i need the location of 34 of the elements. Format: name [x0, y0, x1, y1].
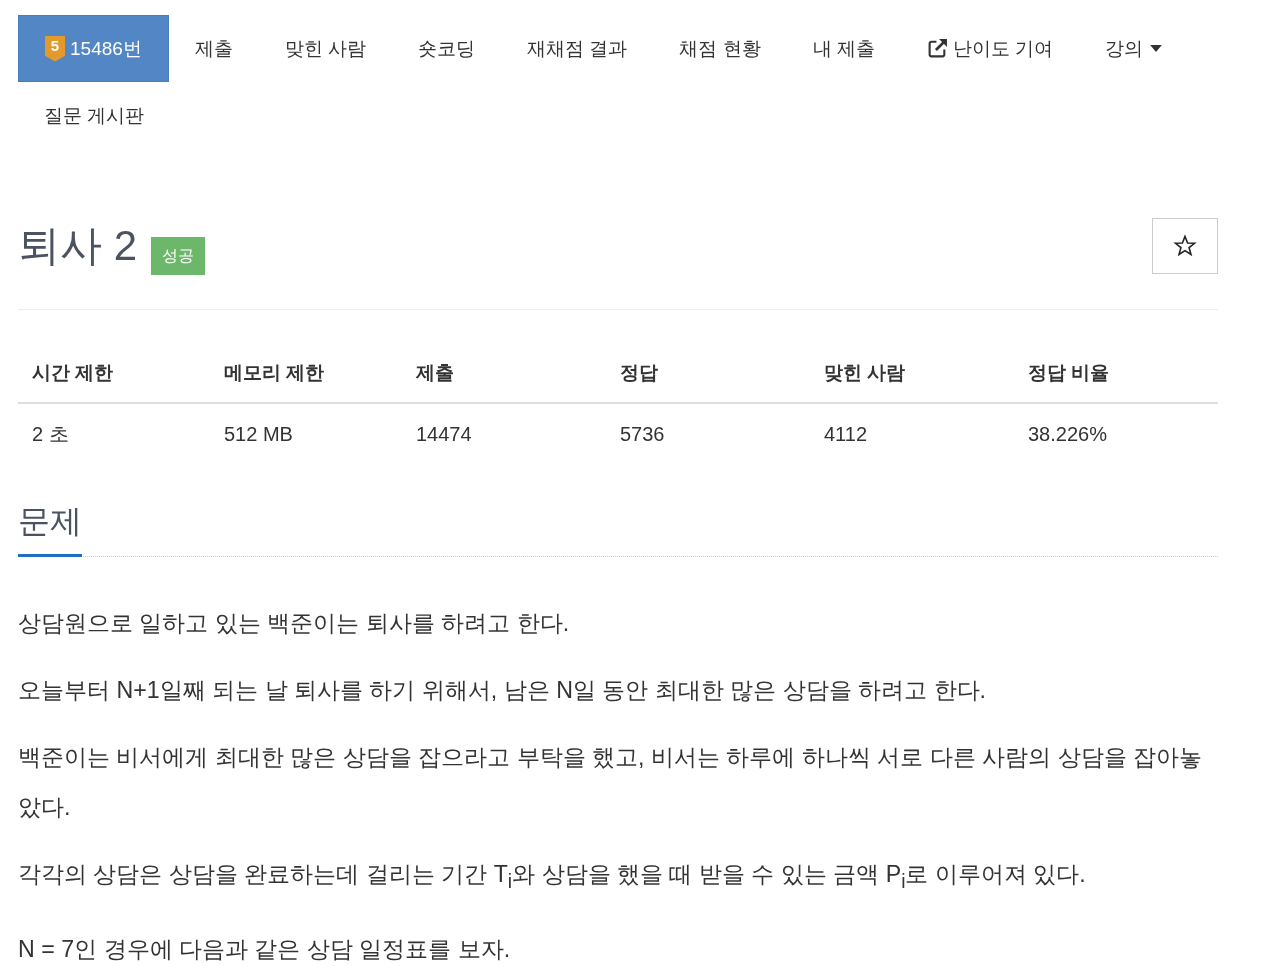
nav-tab[interactable]: 강의	[1079, 15, 1189, 82]
external-link-icon	[926, 38, 948, 59]
nav-tab[interactable]: 재채점 결과	[501, 15, 654, 82]
status-label: 성공	[151, 237, 206, 275]
tier-badge: 5	[45, 35, 65, 62]
paragraph: N = 7인 경우에 다음과 같은 상담 일정표를 보자.	[18, 934, 512, 964]
nav-tab[interactable]: 질문 게시판	[18, 82, 171, 149]
nav-tab[interactable]: 숏코딩	[392, 15, 502, 82]
nav-tab[interactable]: 난이도 기여	[900, 15, 1080, 82]
table-cell: 4112	[810, 403, 1014, 464]
nav-tab[interactable]: 맞힌 사람	[258, 15, 393, 82]
nav-tab[interactable]: 내 제출	[786, 15, 901, 82]
paragraph: 각각의 상담은 상담을 완료하는데 걸리는 기간 T$_{i}$와 상담을 했을 때 받을 수 있는 금액 P$_{i}$로 이루어져 있다.	[18, 860, 1087, 894]
column-header: 정답 비율	[1014, 343, 1218, 403]
section-heading: 문제	[18, 501, 82, 557]
favorite-button[interactable]	[1152, 218, 1218, 274]
nav-tab[interactable]: 제출	[168, 15, 259, 82]
table-cell: 2 초	[18, 403, 210, 464]
nav-tab[interactable]: 5 15486번	[18, 15, 169, 82]
caret-icon	[1150, 45, 1163, 52]
table-cell: 38.226%	[1014, 403, 1218, 464]
table-cell: 512 MB	[210, 403, 402, 464]
column-header: 정답	[606, 343, 810, 403]
table-cell: 14474	[402, 403, 606, 464]
nav-tab[interactable]: 채점 현황	[653, 15, 787, 82]
column-header: 메모리 제한	[210, 343, 402, 403]
table-cell: 5736	[606, 403, 810, 464]
column-header: 시간 제한	[18, 343, 210, 403]
paragraph: 오늘부터 N+1일째 되는 날 퇴사를 하기 위해서, 남은 N일 동안 최대한 많은 상담을 하려고 한다.	[18, 676, 987, 705]
problem-title: 퇴사 2	[18, 221, 138, 271]
paragraph: 백준이는 비서에게 최대한 많은 상담을 잡으라고 부탁을 했고, 비서는 하루에 하나씩 서로 다른 사람의 상담을 잡아놓았다.	[18, 743, 1204, 822]
column-header: 맞힌 사람	[810, 343, 1014, 403]
column-header: 제출	[402, 343, 606, 403]
paragraph: 상담원으로 일하고 있는 백준이는 퇴사를 하려고 한다.	[18, 609, 571, 638]
